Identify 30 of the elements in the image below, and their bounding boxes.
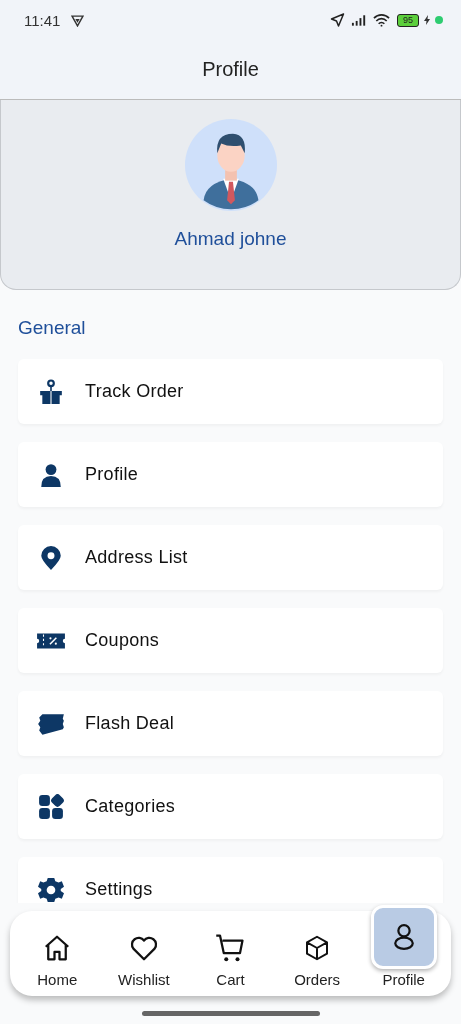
menu-item[interactable]: Settings: [18, 857, 443, 903]
section-title: General: [18, 317, 87, 339]
menu-label: Address List: [85, 547, 188, 568]
nav-tab[interactable]: Orders: [277, 931, 358, 988]
menu-label: Profile: [85, 464, 139, 485]
menu-label: Coupons: [85, 630, 160, 651]
menu-item[interactable]: Profile: [18, 442, 443, 507]
nav-tab[interactable]: Home: [17, 931, 98, 988]
menu-label: Track Order: [85, 381, 184, 402]
status-time: 11:41: [24, 11, 61, 29]
menu-item[interactable]: Track Order: [18, 359, 443, 424]
menu-label: Settings: [85, 879, 153, 900]
menu-item[interactable]: Flash Deal: [18, 691, 443, 756]
user-name: Ahmad johne: [174, 228, 287, 250]
privacy-dot-icon: [435, 16, 443, 24]
location-icon: [329, 13, 346, 27]
signal-icon: [351, 13, 368, 27]
nav-tab[interactable]: Cart: [190, 931, 271, 988]
page-title: Profile: [202, 58, 259, 81]
charging-icon: [424, 15, 430, 25]
nav-tab[interactable]: Wishlist: [103, 931, 184, 988]
menu-label: Categories: [85, 796, 176, 817]
grid-icon: [36, 793, 66, 820]
wifi-icon: [373, 13, 390, 27]
menu-item[interactable]: Coupons: [18, 608, 443, 673]
battery-indicator: 95: [397, 13, 419, 27]
menu-item[interactable]: Categories: [18, 774, 443, 839]
menu-item[interactable]: Address List: [18, 525, 443, 590]
cart-icon: [215, 933, 246, 963]
menu-label: Flash Deal: [85, 713, 175, 734]
